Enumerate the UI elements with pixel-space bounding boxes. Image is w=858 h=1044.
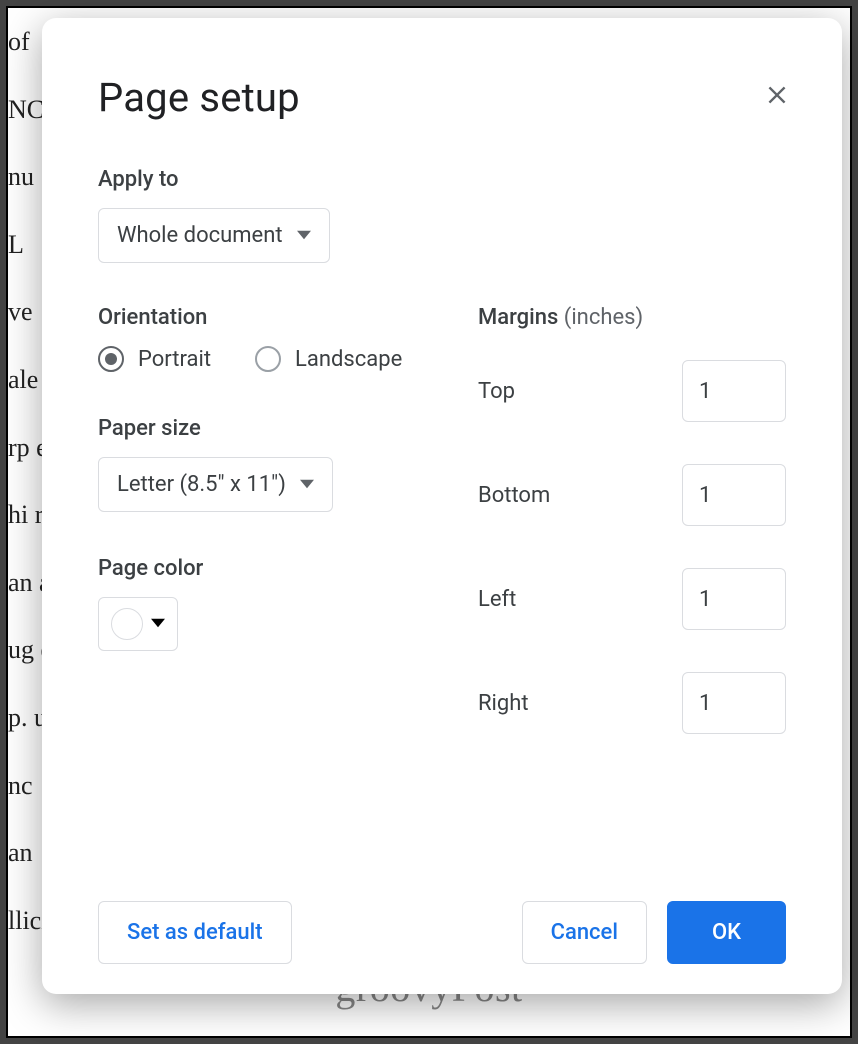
ok-button[interactable]: OK [667, 901, 786, 964]
paper-size-section: Paper size Letter (8.5" x 11") [98, 416, 438, 512]
dialog-header: Page setup [98, 74, 786, 121]
margin-right-input[interactable] [682, 672, 786, 734]
radio-unselected-icon [255, 346, 281, 372]
cancel-button[interactable]: Cancel [522, 901, 647, 964]
apply-to-label: Apply to [98, 167, 786, 192]
margin-right-label: Right [478, 691, 529, 716]
portrait-label: Portrait [138, 347, 211, 372]
margin-bottom-input[interactable] [682, 464, 786, 526]
color-swatch-icon [111, 608, 143, 640]
close-icon [764, 96, 790, 111]
set-as-default-button[interactable]: Set as default [98, 901, 292, 964]
orientation-landscape-radio[interactable]: Landscape [255, 346, 402, 372]
margins-label: Margins (inches) [478, 305, 786, 330]
page-color-label: Page color [98, 556, 438, 581]
orientation-section: Orientation Portrait Landscape [98, 305, 438, 372]
page-setup-dialog: Page setup Apply to Whole document Orien… [42, 18, 842, 994]
apply-to-value: Whole document [117, 223, 283, 248]
dialog-title: Page setup [98, 74, 300, 121]
page-color-section: Page color [98, 556, 438, 651]
paper-size-value: Letter (8.5" x 11") [117, 472, 286, 497]
apply-to-section: Apply to Whole document [98, 167, 786, 263]
page-color-select[interactable] [98, 597, 178, 651]
margin-left-label: Left [478, 587, 516, 612]
orientation-portrait-radio[interactable]: Portrait [98, 346, 211, 372]
margin-top-input[interactable] [682, 360, 786, 422]
orientation-label: Orientation [98, 305, 438, 330]
apply-to-select[interactable]: Whole document [98, 208, 330, 263]
chevron-down-icon [300, 472, 314, 497]
margin-left-input[interactable] [682, 568, 786, 630]
paper-size-select[interactable]: Letter (8.5" x 11") [98, 457, 333, 512]
margins-section: Margins (inches) Top Bottom Left Right [478, 305, 786, 776]
close-button[interactable] [760, 78, 794, 115]
chevron-down-icon [151, 615, 165, 634]
margins-unit: (inches) [564, 305, 643, 330]
chevron-down-icon [297, 223, 311, 248]
margin-top-label: Top [478, 379, 515, 404]
radio-selected-icon [98, 346, 124, 372]
paper-size-label: Paper size [98, 416, 438, 441]
dialog-footer: Set as default Cancel OK [98, 881, 786, 964]
margins-text: Margins [478, 305, 558, 330]
margin-bottom-label: Bottom [478, 483, 550, 508]
landscape-label: Landscape [295, 347, 402, 372]
